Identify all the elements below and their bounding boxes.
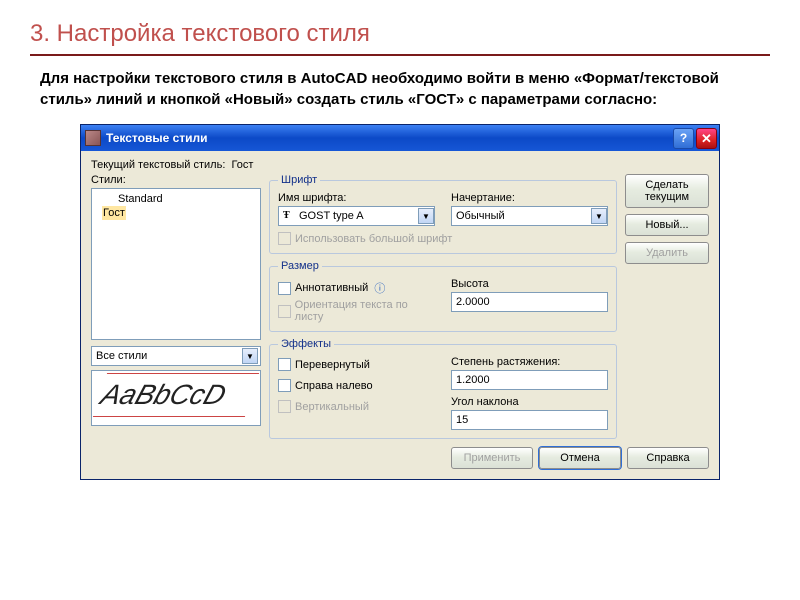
- vertical-checkbox: Вертикальный: [278, 400, 435, 413]
- preview-sample: AaBbCcD: [93, 373, 259, 417]
- font-style-label: Начертание:: [451, 192, 608, 204]
- chevron-down-icon: ▼: [242, 348, 258, 364]
- slide-paragraph: Для настройки текстового стиля в AutoCAD…: [40, 68, 760, 110]
- font-group: Шрифт Имя шрифта: Ŧ GOST type A ▼ Начерт…: [269, 174, 617, 254]
- text-styles-dialog: Текстовые стили ? ✕ Текущий текстовый ст…: [80, 124, 720, 480]
- set-current-button[interactable]: Сделать текущим: [625, 174, 709, 208]
- upside-down-checkbox[interactable]: Перевернутый: [278, 358, 435, 371]
- list-item[interactable]: Гост: [102, 206, 126, 220]
- app-icon: [85, 130, 101, 146]
- height-field[interactable]: 2.0000: [451, 292, 608, 312]
- annotative-checkbox[interactable]: Аннотативный ⓘ: [278, 280, 435, 296]
- close-icon: ✕: [701, 132, 712, 145]
- apply-button: Применить: [451, 447, 533, 469]
- preview-pane: AaBbCcD: [91, 370, 261, 426]
- font-name-label: Имя шрифта:: [278, 192, 435, 204]
- styles-listbox[interactable]: Standard Гост: [91, 188, 261, 340]
- paper-orientation-checkbox: Ориентация текста по листу: [278, 299, 435, 323]
- truetype-icon: Ŧ: [283, 210, 296, 223]
- width-factor-label: Степень растяжения:: [451, 356, 608, 368]
- list-item[interactable]: Standard: [94, 192, 258, 206]
- help-titlebar-button[interactable]: ?: [673, 128, 694, 149]
- dialog-title: Текстовые стили: [106, 131, 208, 145]
- current-style-line: Текущий текстовый стиль: Гост: [91, 159, 709, 171]
- oblique-angle-field[interactable]: 15: [451, 410, 608, 430]
- backwards-checkbox[interactable]: Справа налево: [278, 379, 435, 392]
- effects-group: Эффекты Перевернутый Справа налево Верти…: [269, 338, 617, 439]
- help-button[interactable]: Справка: [627, 447, 709, 469]
- cancel-button[interactable]: Отмена: [539, 447, 621, 469]
- bigfont-checkbox: Использовать большой шрифт: [278, 232, 608, 245]
- chevron-down-icon: ▼: [591, 208, 607, 224]
- title-divider: [30, 54, 770, 56]
- close-button[interactable]: ✕: [696, 128, 717, 149]
- font-style-combo[interactable]: Обычный ▼: [451, 206, 608, 226]
- chevron-down-icon: ▼: [418, 208, 434, 224]
- new-button[interactable]: Новый...: [625, 214, 709, 236]
- width-factor-field[interactable]: 1.2000: [451, 370, 608, 390]
- oblique-angle-label: Угол наклона: [451, 396, 608, 408]
- delete-button: Удалить: [625, 242, 709, 264]
- size-group: Размер Аннотативный ⓘ Ориентация текста …: [269, 260, 617, 332]
- styles-label: Стили:: [91, 174, 261, 186]
- info-icon[interactable]: ⓘ: [374, 280, 385, 296]
- style-filter-combo[interactable]: Все стили ▼: [91, 346, 261, 366]
- height-label: Высота: [451, 278, 608, 290]
- slide-title: 3. Настройка текстового стиля: [0, 0, 800, 54]
- titlebar[interactable]: Текстовые стили ? ✕: [81, 125, 719, 151]
- font-name-combo[interactable]: Ŧ GOST type A ▼: [278, 206, 435, 226]
